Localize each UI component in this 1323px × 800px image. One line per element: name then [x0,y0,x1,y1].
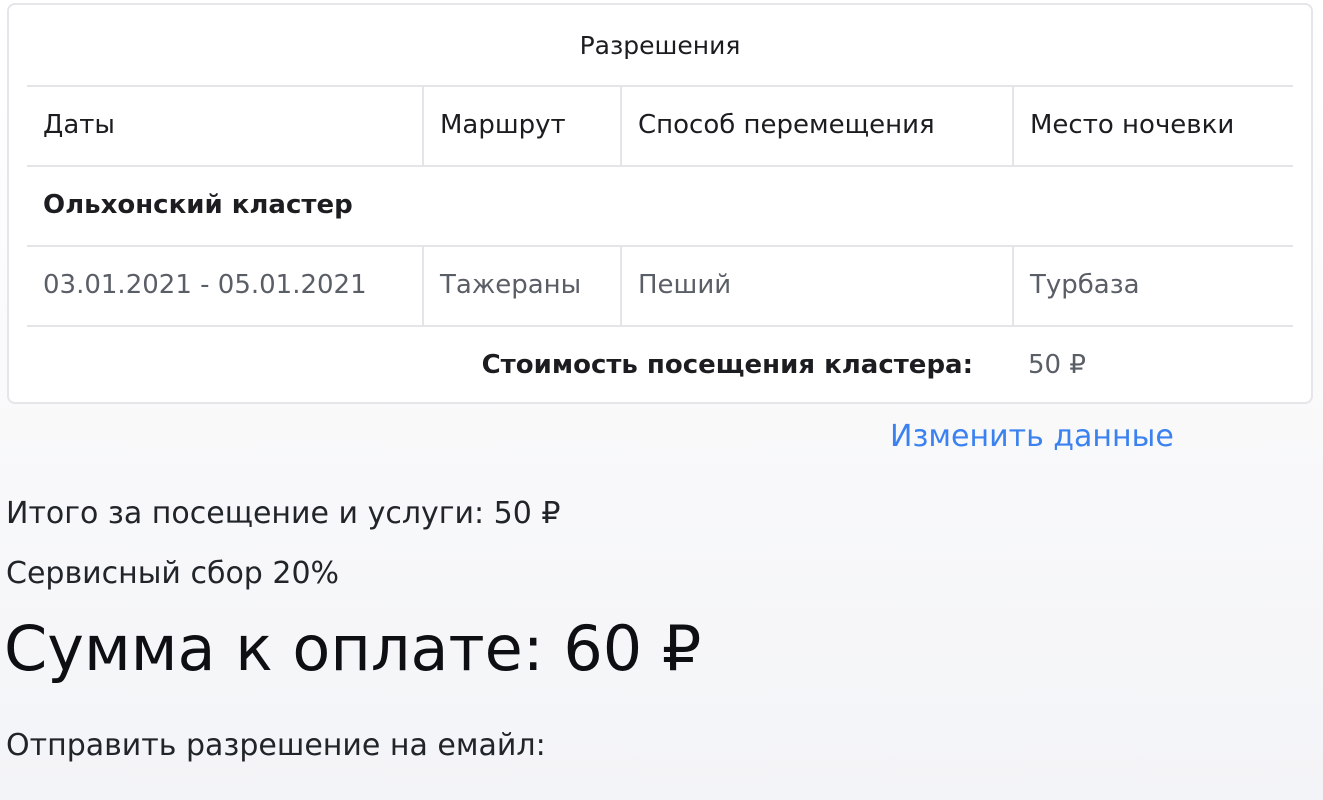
cluster-cost-value: 50 ₽ [1028,350,1086,380]
amount-to-pay: Сумма к оплате: 60 ₽ [4,612,702,685]
column-header-route: Маршрут [422,85,620,165]
table-header-row: Даты Маршрут Способ перемещения Место но… [27,85,1293,167]
permissions-title: Разрешения [27,5,1293,87]
service-fee: Сервисный сбор 20% [6,556,340,591]
cell-route: Тажераны [422,245,620,325]
send-email-label: Отправить разрешение на емайл: [6,728,546,763]
cluster-group-row: Ольхонский кластер [27,165,1293,247]
column-header-transport: Способ перемещения [620,85,1012,165]
table-row: 03.01.2021 - 05.01.2021 Тажераны Пеший Т… [27,245,1293,327]
permissions-card: Разрешения Даты Маршрут Способ перемещен… [7,3,1313,404]
column-header-lodging: Место ночевки [1012,85,1293,165]
column-header-dates: Даты [43,110,115,140]
cell-transport: Пеший [620,245,1012,325]
cluster-name: Ольхонский кластер [43,190,353,220]
cell-lodging: Турбаза [1012,245,1293,325]
cell-dates: 03.01.2021 - 05.01.2021 [43,270,367,300]
total-amount: Итого за посещение и услуги: 50 ₽ [6,496,561,531]
cluster-cost-row: Стоимость посещения кластера: 50 ₽ [27,325,1293,405]
cluster-cost-label: Стоимость посещения кластера: [481,350,973,380]
edit-data-link[interactable]: Изменить данные [890,419,1174,454]
